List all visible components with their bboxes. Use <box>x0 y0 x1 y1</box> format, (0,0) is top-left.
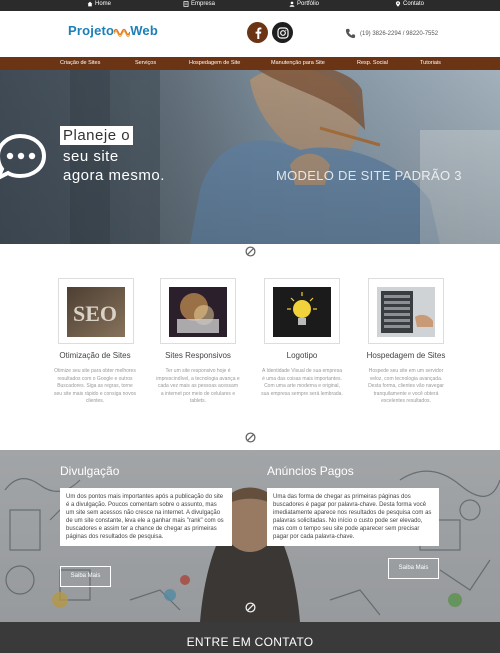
site-logo[interactable]: Projeto Web <box>68 23 158 38</box>
service-desc-logo: A Identidade Visual de sua empresa é uma… <box>261 368 343 397</box>
divulgacao-saiba-mais-button[interactable]: Saiba Mais <box>60 566 111 587</box>
no-entry-icon <box>245 246 256 257</box>
top-bar: Home Empresa Portfólio Contato <box>0 0 500 11</box>
nav-item-manutencao[interactable]: Manutenção para Site <box>271 60 325 66</box>
service-title-seo: Otimização de Sites <box>59 351 131 360</box>
hero-line-2: seu site <box>63 148 119 165</box>
anuncios-pagos-text-box: Uma das forma de chegar as primeiras pág… <box>267 488 439 546</box>
facebook-button[interactable] <box>247 22 268 43</box>
location-pin-icon <box>395 1 401 7</box>
divulgacao-text-box: Um dos pontos mais importantes após a pu… <box>60 488 232 546</box>
no-entry-icon <box>245 432 256 443</box>
contact-section-title: ENTRE EM CONTATO <box>186 635 314 649</box>
contact-footer: ENTRE EM CONTATO <box>0 622 500 653</box>
phone-numbers: (19) 3826-2294 / 98220-7552 <box>360 30 439 37</box>
user-icon <box>289 1 295 7</box>
nav-item-servicos[interactable]: Serviços <box>135 60 156 66</box>
logo-text-part2: Web <box>130 23 158 38</box>
svg-text:SEO: SEO <box>73 301 117 326</box>
server-rack-image <box>377 287 435 337</box>
building-icon <box>183 1 189 7</box>
service-card-responsive[interactable] <box>160 278 236 344</box>
hero-banner: Planeje o seu site agora mesmo. MODELO D… <box>0 70 500 244</box>
topbar-link-empresa[interactable]: Empresa <box>183 1 215 7</box>
service-card-hosting[interactable] <box>368 278 444 344</box>
service-desc-responsive: Ter um site responsivo hoje é imprescind… <box>156 368 240 404</box>
hero-line-3: agora mesmo. <box>63 167 165 184</box>
hero-side-text: MODELO DE SITE PADRÃO 3 <box>276 168 462 183</box>
nav-item-resp-social[interactable]: Resp. Social <box>357 60 388 66</box>
service-card-seo[interactable]: SEO <box>58 278 134 344</box>
service-title-hosting: Hospedagem de Sites <box>366 351 446 360</box>
logo-text-part1: Projeto <box>68 23 115 38</box>
service-desc-seo: Otimize seu site para obter melhores res… <box>54 368 136 404</box>
topbar-home-label: Home <box>95 1 112 7</box>
topbar-contato-label: Contato <box>403 1 425 7</box>
home-icon <box>87 1 93 7</box>
responsive-devices-image <box>169 287 227 337</box>
topbar-link-portfolio[interactable]: Portfólio <box>289 1 319 7</box>
topbar-portfolio-label: Portfólio <box>297 1 320 7</box>
topbar-link-contato[interactable]: Contato <box>395 1 424 7</box>
main-nav: Criação de Sites Serviços Hospedagem de … <box>0 57 500 70</box>
nav-item-criacao-de-sites[interactable]: Criação de Sites <box>60 60 100 66</box>
seo-image: SEO <box>67 287 125 337</box>
no-entry-icon <box>245 602 256 613</box>
promo-banner: Divulgação Um dos pontos mais importante… <box>0 450 500 622</box>
topbar-empresa-label: Empresa <box>191 1 216 7</box>
service-title-logo: Logotipo <box>286 351 318 360</box>
service-card-logo[interactable] <box>264 278 340 344</box>
nav-item-tutoriais[interactable]: Tutoriais <box>420 60 441 66</box>
anuncios-saiba-mais-button[interactable]: Saiba Mais <box>388 558 439 579</box>
service-desc-hosting: Hospede seu site em um servidor veloz, c… <box>368 368 444 404</box>
facebook-icon <box>255 27 261 39</box>
instagram-icon <box>276 26 289 39</box>
chat-bubble-icon <box>0 133 46 180</box>
lightbulb-image <box>273 287 331 337</box>
divulgacao-title: Divulgação <box>60 464 120 478</box>
instagram-button[interactable] <box>272 22 293 43</box>
anuncios-pagos-title: Anúncios Pagos <box>267 464 354 478</box>
phone-icon <box>345 28 356 39</box>
phone-contact: (19) 3826-2294 / 98220-7552 <box>345 28 438 39</box>
site-header: Projeto Web (19) 3826-2294 / 98220-7552 <box>0 11 500 57</box>
topbar-link-home[interactable]: Home <box>87 1 111 7</box>
hero-line-1: Planeje o <box>60 126 134 145</box>
nav-item-hospedagem[interactable]: Hospedagem de Site <box>189 60 240 66</box>
service-title-responsive: Sites Responsivos <box>165 351 231 360</box>
wave-logo-icon <box>114 28 131 37</box>
